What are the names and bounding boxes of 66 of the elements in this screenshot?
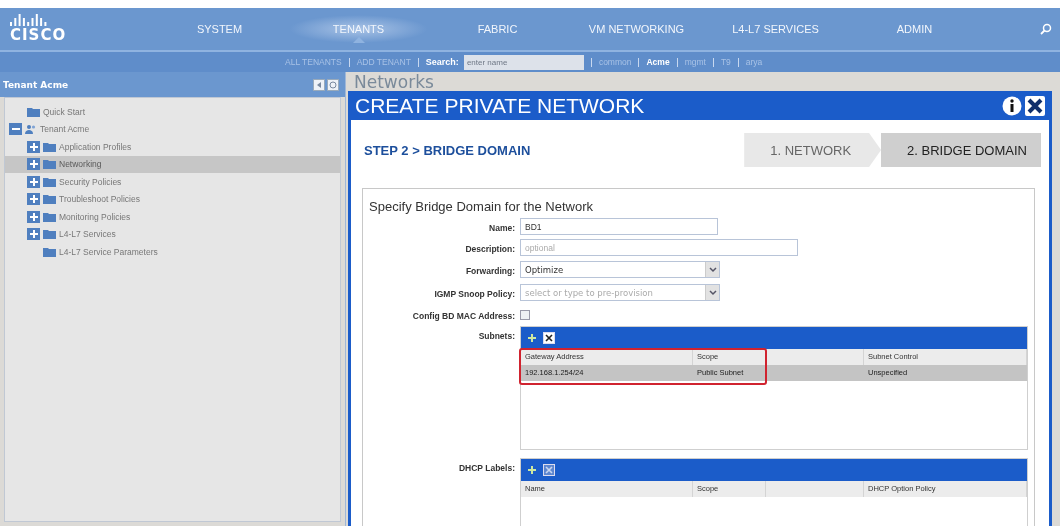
nav-tab[interactable]: SYSTEM: [150, 15, 289, 43]
expand-icon[interactable]: [27, 140, 40, 153]
dropdown[interactable]: Optimize: [520, 261, 720, 278]
form-heading: Specify Bridge Domain for the Network: [369, 199, 594, 214]
wizard-step[interactable]: 2. BRIDGE DOMAIN: [881, 133, 1041, 167]
tree-item[interactable]: Tenant Acme: [5, 120, 340, 138]
folder-icon: [43, 229, 56, 240]
folder-icon: [43, 194, 56, 205]
dialog-title-bar: CREATE PRIVATE NETWORK: [351, 91, 1049, 120]
expand-icon[interactable]: [27, 158, 40, 171]
tree-item[interactable]: Security Policies: [5, 173, 340, 191]
expand-icon[interactable]: [27, 210, 40, 223]
collapse-icon[interactable]: [9, 123, 22, 136]
people-icon: [25, 124, 37, 135]
tenant-link[interactable]: Acme: [646, 57, 670, 67]
field-label: Name:: [488, 221, 515, 233]
field-label: Config BD MAC Address:: [411, 310, 515, 321]
nav-tab[interactable]: L4-L7 SERVICES: [706, 15, 845, 43]
field-label: Subnets:: [477, 330, 515, 341]
close-icon[interactable]: [1025, 95, 1045, 116]
search-label: Search:: [425, 57, 459, 67]
folder-icon: [27, 106, 40, 117]
search-field[interactable]: enter name: [463, 54, 584, 70]
tree-item[interactable]: Troubleshoot Policies: [5, 190, 340, 208]
field-label: DHCP Labels:: [457, 462, 515, 473]
folder-icon: [43, 141, 56, 152]
dropdown-icon[interactable]: [705, 262, 719, 277]
folder-icon: [43, 246, 56, 257]
folder-icon: [43, 211, 56, 222]
wizard-step[interactable]: 1. NETWORK: [744, 133, 882, 167]
nav-tab[interactable]: VM NETWORKING: [567, 15, 706, 43]
expand-icon[interactable]: [27, 228, 40, 241]
add-icon[interactable]: [527, 333, 537, 343]
page-title: Networks: [353, 74, 435, 91]
folder-icon: [43, 159, 56, 170]
collapse-panel-button[interactable]: [313, 78, 325, 91]
tree-item[interactable]: L4-L7 Services: [5, 225, 340, 243]
expand-icon[interactable]: [27, 193, 40, 206]
step-title: STEP 2 > BRIDGE DOMAIN: [363, 142, 532, 158]
tree-item[interactable]: L4-L7 Service Parameters: [5, 243, 340, 261]
sidebar-header: Tenant Acme: [0, 72, 345, 97]
search-icon[interactable]: [1040, 23, 1052, 35]
folder-icon: [43, 176, 56, 187]
field-label: Forwarding:: [464, 264, 515, 276]
info-icon[interactable]: [1002, 95, 1022, 116]
delete-icon[interactable]: [543, 332, 555, 344]
nav-tab[interactable]: ADMIN: [845, 15, 984, 43]
circle-icon: [329, 80, 337, 89]
add-icon[interactable]: [527, 465, 537, 475]
tree-item[interactable]: Quick Start: [5, 103, 340, 121]
dropdown[interactable]: select or type to pre-provision: [520, 284, 720, 301]
field-label: IGMP Snoop Policy:: [433, 287, 515, 299]
dropdown-icon[interactable]: [705, 285, 719, 300]
tree-item[interactable]: Application Profiles: [5, 138, 340, 156]
checkbox[interactable]: [520, 310, 530, 320]
expand-icon[interactable]: [27, 175, 40, 188]
logo-bars-icon: [10, 14, 48, 26]
field-label: Description:: [464, 242, 515, 254]
text-field[interactable]: BD1: [520, 218, 718, 235]
tree-item[interactable]: Networking: [5, 155, 340, 173]
refresh-button[interactable]: [327, 78, 339, 91]
text-field[interactable]: optional: [520, 239, 798, 256]
triangle-icon: [315, 80, 323, 89]
nav-tab[interactable]: FABRIC: [428, 15, 567, 43]
logo-text: CISCO: [10, 26, 67, 44]
tree-item[interactable]: Monitoring Policies: [5, 208, 340, 226]
